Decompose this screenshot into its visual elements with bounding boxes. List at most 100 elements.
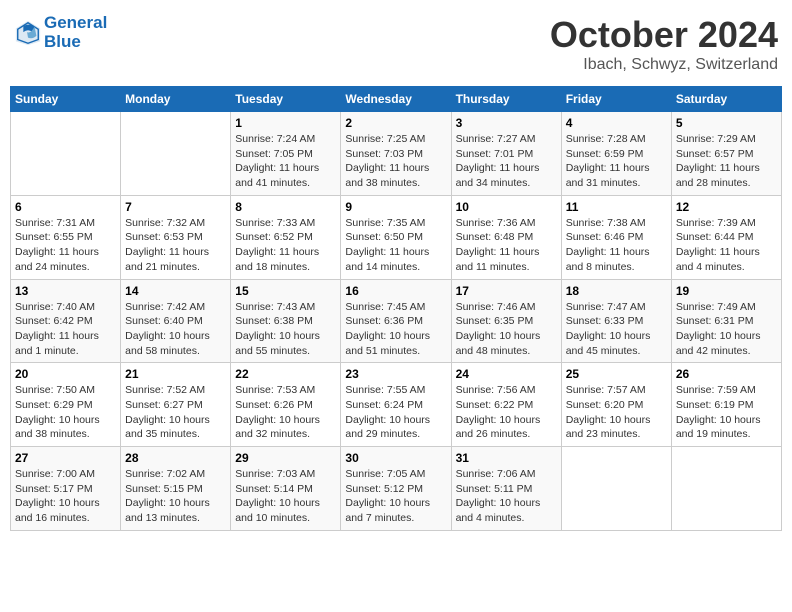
weekday-header-wednesday: Wednesday [341, 87, 451, 112]
day-number: 9 [345, 200, 446, 214]
calendar-cell: 6 Sunrise: 7:31 AM Sunset: 6:55 PM Daylig… [11, 195, 121, 279]
day-info: Sunrise: 7:59 AM Sunset: 6:19 PM Dayligh… [676, 383, 777, 442]
calendar-cell: 31 Sunrise: 7:06 AM Sunset: 5:11 PM Dayli… [451, 447, 561, 531]
day-number: 30 [345, 451, 446, 465]
day-info: Sunrise: 7:28 AM Sunset: 6:59 PM Dayligh… [566, 132, 667, 191]
calendar-cell: 1 Sunrise: 7:24 AM Sunset: 7:05 PM Daylig… [231, 112, 341, 196]
weekday-header-tuesday: Tuesday [231, 87, 341, 112]
day-info: Sunrise: 7:32 AM Sunset: 6:53 PM Dayligh… [125, 216, 226, 275]
calendar-cell: 27 Sunrise: 7:00 AM Sunset: 5:17 PM Dayli… [11, 447, 121, 531]
calendar-cell: 10 Sunrise: 7:36 AM Sunset: 6:48 PM Dayli… [451, 195, 561, 279]
calendar-cell [561, 447, 671, 531]
day-number: 27 [15, 451, 116, 465]
day-info: Sunrise: 7:31 AM Sunset: 6:55 PM Dayligh… [15, 216, 116, 275]
day-number: 24 [456, 367, 557, 381]
day-number: 2 [345, 116, 446, 130]
day-info: Sunrise: 7:25 AM Sunset: 7:03 PM Dayligh… [345, 132, 446, 191]
calendar-cell: 19Sunrise: 7:49 AM Sunset: 6:31 PM Dayli… [671, 279, 781, 363]
week-row-5: 27 Sunrise: 7:00 AM Sunset: 5:17 PM Dayli… [11, 447, 782, 531]
day-info: Sunrise: 7:56 AM Sunset: 6:22 PM Dayligh… [456, 383, 557, 442]
logo-line1: General [44, 14, 107, 33]
calendar-cell: 26 Sunrise: 7:59 AM Sunset: 6:19 PM Dayli… [671, 363, 781, 447]
day-info: Sunrise: 7:29 AM Sunset: 6:57 PM Dayligh… [676, 132, 777, 191]
day-number: 19 [676, 284, 777, 298]
day-number: 26 [676, 367, 777, 381]
calendar-cell: 4 Sunrise: 7:28 AM Sunset: 6:59 PM Daylig… [561, 112, 671, 196]
location-title: Ibach, Schwyz, Switzerland [550, 56, 778, 74]
day-number: 17 [456, 284, 557, 298]
calendar-cell: 22Sunrise: 7:53 AM Sunset: 6:26 PM Dayli… [231, 363, 341, 447]
day-number: 3 [456, 116, 557, 130]
calendar-cell: 8 Sunrise: 7:33 AM Sunset: 6:52 PM Daylig… [231, 195, 341, 279]
day-info: Sunrise: 7:05 AM Sunset: 5:12 PM Dayligh… [345, 467, 446, 526]
logo-line2: Blue [44, 33, 107, 52]
day-number: 28 [125, 451, 226, 465]
day-info: Sunrise: 7:03 AM Sunset: 5:14 PM Dayligh… [235, 467, 336, 526]
week-row-2: 6 Sunrise: 7:31 AM Sunset: 6:55 PM Daylig… [11, 195, 782, 279]
day-info: Sunrise: 7:39 AM Sunset: 6:44 PM Dayligh… [676, 216, 777, 275]
day-info: Sunrise: 7:46 AM Sunset: 6:35 PM Dayligh… [456, 300, 557, 359]
day-info: Sunrise: 7:43 AM Sunset: 6:38 PM Dayligh… [235, 300, 336, 359]
day-info: Sunrise: 7:40 AM Sunset: 6:42 PM Dayligh… [15, 300, 116, 359]
day-info: Sunrise: 7:38 AM Sunset: 6:46 PM Dayligh… [566, 216, 667, 275]
day-number: 4 [566, 116, 667, 130]
day-info: Sunrise: 7:52 AM Sunset: 6:27 PM Dayligh… [125, 383, 226, 442]
day-number: 12 [676, 200, 777, 214]
day-info: Sunrise: 7:36 AM Sunset: 6:48 PM Dayligh… [456, 216, 557, 275]
day-number: 14 [125, 284, 226, 298]
month-title: October 2024 [550, 14, 778, 56]
weekday-header-saturday: Saturday [671, 87, 781, 112]
day-info: Sunrise: 7:47 AM Sunset: 6:33 PM Dayligh… [566, 300, 667, 359]
day-info: Sunrise: 7:45 AM Sunset: 6:36 PM Dayligh… [345, 300, 446, 359]
calendar-cell: 23 Sunrise: 7:55 AM Sunset: 6:24 PM Dayli… [341, 363, 451, 447]
day-number: 18 [566, 284, 667, 298]
day-info: Sunrise: 7:00 AM Sunset: 5:17 PM Dayligh… [15, 467, 116, 526]
day-number: 13 [15, 284, 116, 298]
day-number: 5 [676, 116, 777, 130]
day-number: 25 [566, 367, 667, 381]
week-row-3: 13 Sunrise: 7:40 AM Sunset: 6:42 PM Dayli… [11, 279, 782, 363]
day-number: 23 [345, 367, 446, 381]
page-header: General Blue October 2024 Ibach, Schwyz,… [10, 10, 782, 78]
calendar-cell: 12 Sunrise: 7:39 AM Sunset: 6:44 PM Dayli… [671, 195, 781, 279]
calendar-cell: 14Sunrise: 7:42 AM Sunset: 6:40 PM Dayli… [121, 279, 231, 363]
calendar-cell: 25 Sunrise: 7:57 AM Sunset: 6:20 PM Dayli… [561, 363, 671, 447]
day-number: 16 [345, 284, 446, 298]
weekday-header-friday: Friday [561, 87, 671, 112]
day-number: 10 [456, 200, 557, 214]
day-info: Sunrise: 7:24 AM Sunset: 7:05 PM Dayligh… [235, 132, 336, 191]
day-number: 1 [235, 116, 336, 130]
calendar-cell: 17 Sunrise: 7:46 AM Sunset: 6:35 PM Dayli… [451, 279, 561, 363]
calendar-cell [11, 112, 121, 196]
weekday-header-thursday: Thursday [451, 87, 561, 112]
day-number: 15 [235, 284, 336, 298]
day-info: Sunrise: 7:27 AM Sunset: 7:01 PM Dayligh… [456, 132, 557, 191]
weekday-header-sunday: Sunday [11, 87, 121, 112]
calendar-cell: 3 Sunrise: 7:27 AM Sunset: 7:01 PM Daylig… [451, 112, 561, 196]
day-number: 21 [125, 367, 226, 381]
calendar-cell: 28Sunrise: 7:02 AM Sunset: 5:15 PM Dayli… [121, 447, 231, 531]
day-number: 31 [456, 451, 557, 465]
calendar-cell: 21 Sunrise: 7:52 AM Sunset: 6:27 PM Dayli… [121, 363, 231, 447]
day-info: Sunrise: 7:53 AM Sunset: 6:26 PM Dayligh… [235, 383, 336, 442]
day-number: 8 [235, 200, 336, 214]
calendar-cell: 11 Sunrise: 7:38 AM Sunset: 6:46 PM Dayli… [561, 195, 671, 279]
calendar-cell: 24 Sunrise: 7:56 AM Sunset: 6:22 PM Dayli… [451, 363, 561, 447]
calendar-cell: 13 Sunrise: 7:40 AM Sunset: 6:42 PM Dayli… [11, 279, 121, 363]
logo: General Blue [14, 14, 107, 51]
day-info: Sunrise: 7:55 AM Sunset: 6:24 PM Dayligh… [345, 383, 446, 442]
calendar-cell: 7 Sunrise: 7:32 AM Sunset: 6:53 PM Daylig… [121, 195, 231, 279]
day-number: 11 [566, 200, 667, 214]
day-info: Sunrise: 7:06 AM Sunset: 5:11 PM Dayligh… [456, 467, 557, 526]
calendar-cell: 29Sunrise: 7:03 AM Sunset: 5:14 PM Dayli… [231, 447, 341, 531]
day-number: 6 [15, 200, 116, 214]
day-info: Sunrise: 7:50 AM Sunset: 6:29 PM Dayligh… [15, 383, 116, 442]
day-info: Sunrise: 7:57 AM Sunset: 6:20 PM Dayligh… [566, 383, 667, 442]
day-number: 7 [125, 200, 226, 214]
calendar-cell: 5 Sunrise: 7:29 AM Sunset: 6:57 PM Daylig… [671, 112, 781, 196]
calendar-cell: 2 Sunrise: 7:25 AM Sunset: 7:03 PM Daylig… [341, 112, 451, 196]
day-info: Sunrise: 7:33 AM Sunset: 6:52 PM Dayligh… [235, 216, 336, 275]
day-info: Sunrise: 7:35 AM Sunset: 6:50 PM Dayligh… [345, 216, 446, 275]
calendar-cell: 9 Sunrise: 7:35 AM Sunset: 6:50 PM Daylig… [341, 195, 451, 279]
calendar-cell: 16 Sunrise: 7:45 AM Sunset: 6:36 PM Dayli… [341, 279, 451, 363]
